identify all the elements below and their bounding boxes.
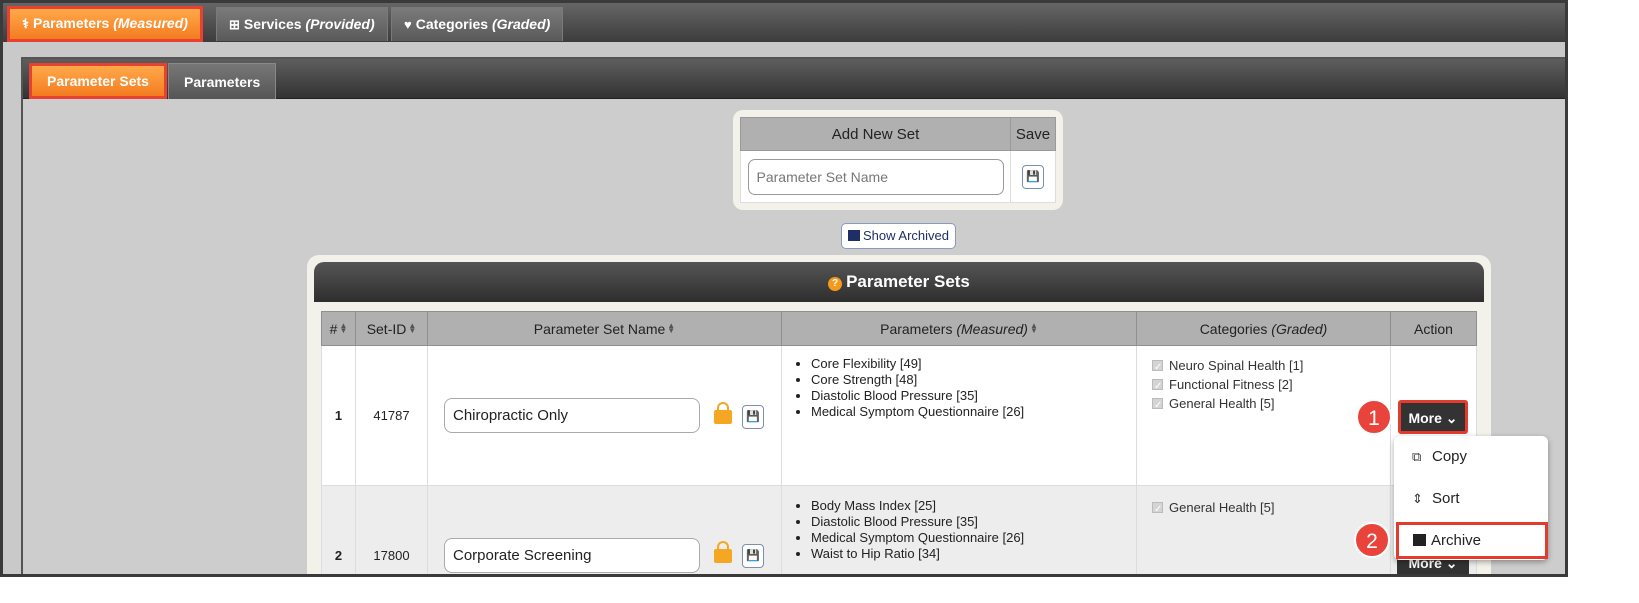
set-name-input[interactable] (444, 398, 700, 433)
archive-box-icon (1413, 534, 1426, 546)
panel-title: Parameter Sets (846, 272, 970, 291)
tab-categories-graded[interactable]: ♥ Categories (Graded) (391, 7, 564, 41)
name-cell (740, 150, 1011, 203)
category-item: General Health [5] (1138, 498, 1389, 519)
save-header: Save (1010, 117, 1056, 151)
table-row: 2 17800 💾 Body Mass Index [25] Diastolic… (321, 485, 1477, 574)
parameters-cell: Body Mass Index [25] Diastolic Blood Pre… (781, 485, 1137, 574)
col-set-id[interactable]: Set-ID ▲ ▼ (355, 311, 428, 346)
parameters-cell: Core Flexibility [49] Core Strength [48]… (781, 345, 1137, 486)
checkbox-checked-icon (1152, 396, 1163, 415)
sort-icon: ▲ ▼ (408, 320, 417, 335)
stethoscope-icon: ⚕ (22, 16, 30, 31)
sort-icon: ▲ ▼ (667, 320, 676, 335)
set-id: 41787 (355, 345, 428, 486)
row-number: 1 (321, 345, 356, 486)
col-set-name[interactable]: Parameter Set Name ▲ ▼ (427, 311, 782, 346)
categories-cell: General Health [5] (1136, 485, 1391, 574)
floppy-disk-icon: 💾 (746, 550, 760, 563)
set-name-cell: 💾 (427, 345, 782, 486)
parameter-item: Medical Symptom Questionnaire [26] (811, 530, 1135, 546)
add-new-set-header: Add New Set (740, 117, 1011, 151)
category-item: Neuro Spinal Health [1] (1138, 356, 1389, 377)
save-row-button[interactable]: 💾 (742, 544, 764, 569)
lock-icon[interactable] (714, 401, 732, 424)
more-button[interactable]: More ⌄ (1398, 400, 1468, 434)
menu-item-copy[interactable]: ⧉ Copy (1412, 448, 1467, 465)
tab-parameters-measured[interactable]: ⚕ Parameters (Measured) (7, 6, 203, 42)
set-name-input[interactable] (444, 537, 700, 573)
floppy-disk-icon: 💾 (1026, 170, 1040, 183)
callout-badge-2: 2 (1354, 522, 1390, 558)
tab-parameters[interactable]: Parameters (168, 63, 277, 99)
parameter-item: Diastolic Blood Pressure [35] (811, 388, 1135, 404)
parameter-set-name-input[interactable] (747, 158, 1004, 195)
col-action: Action (1390, 311, 1477, 346)
col-categories: Categories (Graded) (1136, 311, 1391, 346)
lock-icon[interactable] (714, 541, 732, 564)
category-item: General Health [5] (1138, 394, 1389, 415)
menu-item-archive[interactable]: Archive (1396, 522, 1548, 559)
copy-icon: ⧉ (1412, 449, 1422, 464)
archive-box-icon (848, 230, 860, 241)
checkbox-checked-icon (1152, 377, 1163, 396)
sort-icon: ▲ ▼ (1029, 320, 1038, 335)
row-number: 2 (321, 485, 356, 574)
checkbox-checked-icon (1152, 358, 1163, 377)
callout-badge-1: 1 (1356, 399, 1392, 435)
chevron-down-icon: ⌄ (1445, 410, 1458, 426)
help-icon[interactable]: ? (828, 277, 843, 291)
medical-kit-icon: ⊞ (229, 17, 240, 32)
show-archived-button[interactable]: Show Archived (841, 223, 956, 249)
parameter-sets-table: # ▲ ▼ Set-ID ▲ ▼ Parameter Set Name ▲ ▼ Parame… (321, 311, 1477, 574)
add-new-set-box: Add New Set Save 💾 (733, 110, 1063, 210)
tab-parameter-sets[interactable]: Parameter Sets (29, 63, 167, 99)
heartbeat-icon: ♥ (404, 17, 412, 32)
col-parameters[interactable]: Parameters (Measured) ▲ ▼ (781, 311, 1137, 346)
sort-icon: ▲ ▼ (339, 320, 348, 335)
parameter-item: Core Flexibility [49] (811, 356, 1135, 372)
floppy-disk-icon: 💾 (746, 410, 760, 423)
top-tab-bar: ⚕ Parameters (Measured) ⊞ Services (Provid… (3, 3, 1565, 42)
parameter-item: Core Strength [48] (811, 372, 1135, 388)
parameter-sets-header: ? Parameter Sets (314, 262, 1484, 302)
table-row: 1 41787 💾 Core Flexibility [49] Core Str… (321, 345, 1477, 486)
col-num[interactable]: # ▲ ▼ (321, 311, 356, 346)
sort-icon: ⇕ (1412, 491, 1423, 506)
save-new-set-button[interactable]: 💾 (1022, 164, 1044, 189)
menu-item-sort[interactable]: ⇕ Sort (1412, 490, 1460, 507)
save-cell: 💾 (1010, 150, 1056, 203)
category-item: Functional Fitness [2] (1138, 375, 1389, 396)
set-id: 17800 (355, 485, 428, 574)
set-name-cell: 💾 (427, 485, 782, 574)
tab-services-provided[interactable]: ⊞ Services (Provided) (216, 7, 388, 41)
table-header-row: # ▲ ▼ Set-ID ▲ ▼ Parameter Set Name ▲ ▼ Parame… (321, 311, 1477, 346)
save-row-button[interactable]: 💾 (742, 404, 764, 429)
categories-cell: Neuro Spinal Health [1] Functional Fitne… (1136, 345, 1391, 486)
checkbox-checked-icon (1152, 500, 1163, 519)
parameter-item: Diastolic Blood Pressure [35] (811, 514, 1135, 530)
sub-tab-bar: Parameter Sets Parameters (23, 59, 1565, 99)
parameter-item: Waist to Hip Ratio [34] (811, 546, 1135, 562)
parameter-item: Body Mass Index [25] (811, 498, 1135, 514)
parameter-sets-panel: ? Parameter Sets # ▲ ▼ Set-ID ▲ ▼ Parameter S… (307, 255, 1491, 574)
parameter-item: Medical Symptom Questionnaire [26] (811, 404, 1135, 420)
app-frame: ⚕ Parameters (Measured) ⊞ Services (Provid… (0, 0, 1568, 577)
